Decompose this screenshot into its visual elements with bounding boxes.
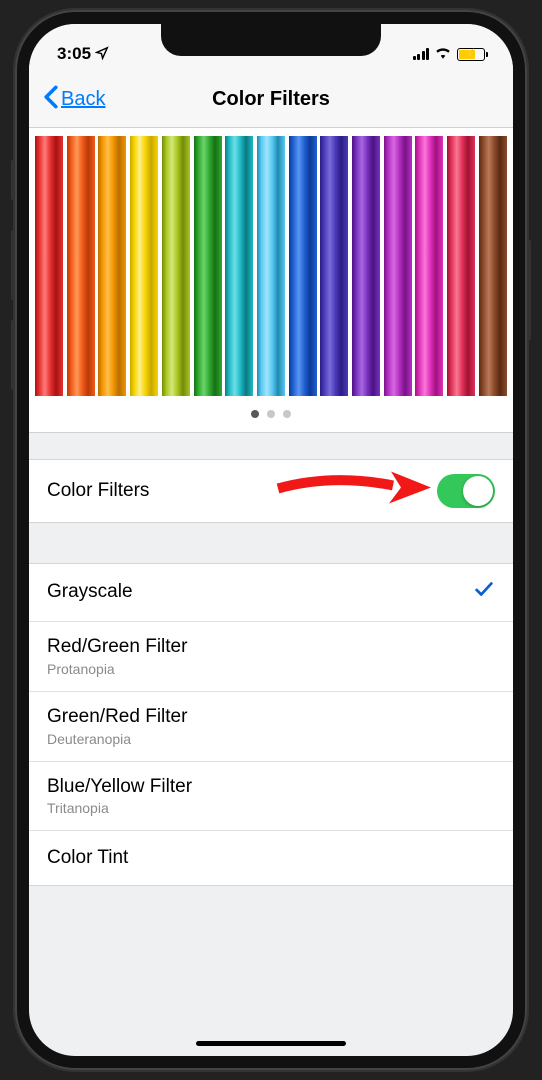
page-title: Color Filters (212, 88, 330, 111)
mute-switch (11, 160, 15, 200)
toggle-label: Color Filters (47, 480, 149, 503)
option-sublabel: Protanopia (47, 661, 187, 677)
pencil-icon (225, 136, 253, 396)
pencil-icon (162, 136, 190, 396)
page-dot[interactable] (267, 410, 275, 418)
filter-option-row[interactable]: Color Tint (29, 831, 513, 885)
pencil-icon (415, 136, 443, 396)
pencil-icon (257, 136, 285, 396)
page-dot[interactable] (283, 410, 291, 418)
pencil-icon (289, 136, 317, 396)
page-indicator[interactable] (29, 396, 513, 433)
pencil-icon (479, 136, 507, 396)
option-sublabel: Deuteranopia (47, 731, 187, 747)
option-label: Blue/Yellow Filter (47, 776, 192, 799)
filter-option-row[interactable]: Blue/Yellow FilterTritanopia (29, 762, 513, 832)
pencil-icon (320, 136, 348, 396)
home-indicator[interactable] (196, 1041, 346, 1046)
pencil-icon (130, 136, 158, 396)
chevron-left-icon (43, 85, 59, 115)
battery-charging-icon: ⚡ (457, 48, 485, 61)
color-filters-toggle[interactable] (437, 474, 495, 508)
filter-option-row[interactable]: Red/Green Filter Protanopia (29, 622, 513, 692)
pencil-icon (35, 136, 63, 396)
pencil-icon (447, 136, 475, 396)
pencil-icon (194, 136, 222, 396)
nav-bar: Back Color Filters (29, 72, 513, 128)
option-label: Red/Green Filter (47, 636, 187, 659)
pencil-icon (67, 136, 95, 396)
screen: 3:05 ⚡ Back (29, 24, 513, 1056)
filter-option-row[interactable]: Green/Red Filter Deuteranopia (29, 692, 513, 762)
status-time: 3:05 (57, 44, 91, 64)
wifi-icon (434, 45, 452, 64)
volume-down-button (11, 320, 15, 390)
option-sublabel: Tritanopia (47, 800, 192, 816)
pencil-icon (384, 136, 412, 396)
pencil-icon (352, 136, 380, 396)
checkmark-icon (473, 578, 495, 607)
filter-option-row[interactable]: Grayscale (29, 564, 513, 622)
back-button[interactable]: Back (43, 85, 105, 115)
power-button (527, 240, 531, 340)
location-arrow-icon (95, 46, 109, 63)
toggle-knob (463, 476, 493, 506)
cellular-signal-icon (413, 48, 430, 60)
page-dot[interactable] (251, 410, 259, 418)
back-label: Back (61, 88, 105, 111)
volume-up-button (11, 230, 15, 300)
annotation-arrow-icon (273, 464, 433, 519)
option-label: Grayscale (47, 581, 133, 604)
color-filters-toggle-row[interactable]: Color Filters (29, 459, 513, 523)
pencil-preview[interactable] (29, 128, 513, 433)
filter-options-list: Grayscale Red/Green Filter Protanopia Green… (29, 563, 513, 886)
option-label: Green/Red Filter (47, 706, 187, 729)
notch (161, 24, 381, 56)
option-label: Color Tint (47, 847, 128, 870)
phone-frame: 3:05 ⚡ Back (15, 10, 527, 1070)
pencil-icon (98, 136, 126, 396)
